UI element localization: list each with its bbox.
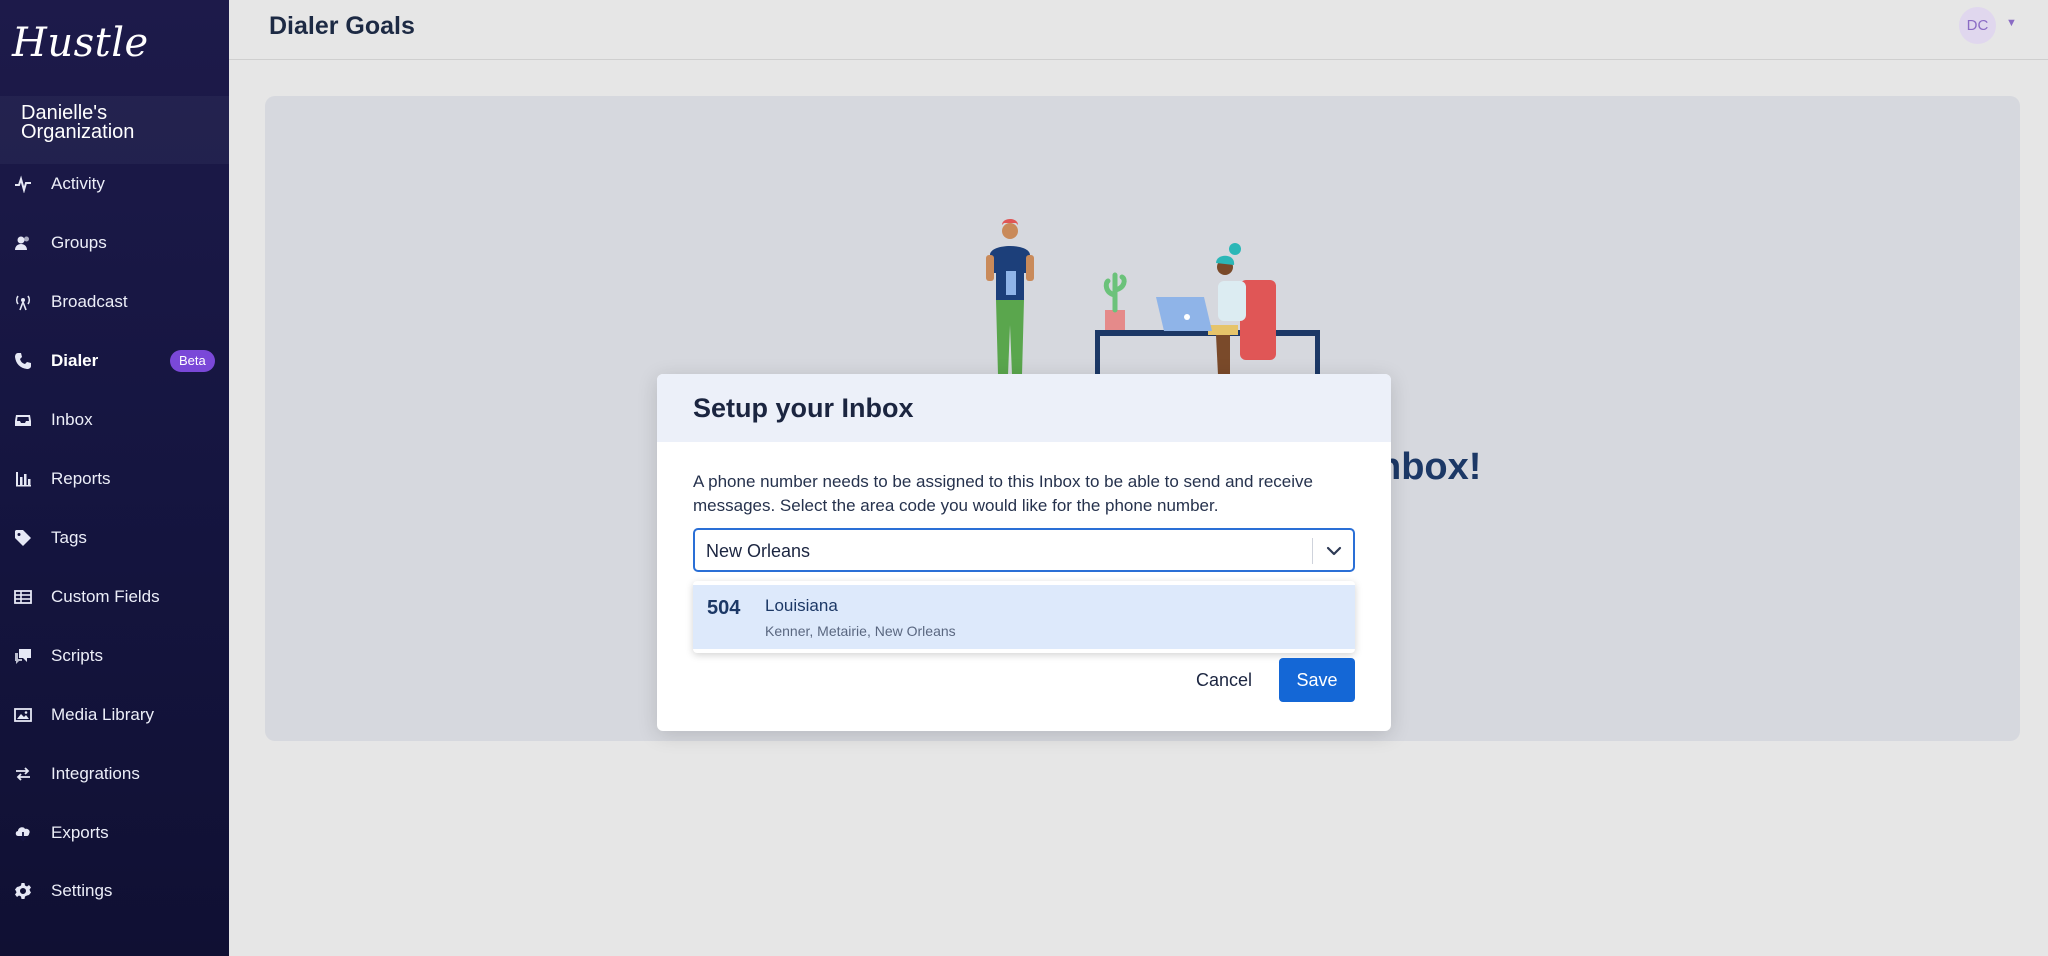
empty-state-heading: nbox! bbox=[1378, 446, 1482, 488]
beta-badge: Beta bbox=[170, 350, 215, 372]
sidebar-item-label: Scripts bbox=[51, 646, 103, 665]
sidebar-item-integrations[interactable]: Integrations bbox=[0, 754, 229, 794]
cancel-button[interactable]: Cancel bbox=[1189, 658, 1259, 702]
sidebar-item-label: Activity bbox=[51, 174, 105, 193]
sidebar-item-label: Dialer bbox=[51, 351, 99, 370]
broadcast-icon bbox=[14, 293, 32, 311]
area-code-dropdown: 504 Louisiana Kenner, Metairie, New Orle… bbox=[693, 581, 1355, 653]
caret-down-icon[interactable]: ▼ bbox=[2006, 17, 2017, 29]
cloud-download-icon bbox=[14, 824, 32, 842]
sidebar-item-label: Media Library bbox=[51, 705, 154, 724]
sidebar-item-media-library[interactable]: Media Library bbox=[0, 695, 229, 735]
chevron-down-icon[interactable] bbox=[1325, 542, 1343, 560]
image-icon bbox=[14, 706, 32, 724]
modal-title: Setup your Inbox bbox=[693, 393, 914, 423]
sidebar-item-label: Reports bbox=[51, 469, 111, 488]
sidebar-item-scripts[interactable]: Scripts bbox=[0, 636, 229, 676]
sidebar-item-groups[interactable]: Groups bbox=[0, 223, 229, 263]
inbox-icon bbox=[14, 411, 32, 429]
sidebar-item-label: Tags bbox=[51, 528, 87, 547]
tag-icon bbox=[14, 529, 32, 547]
sidebar-item-label: Broadcast bbox=[51, 292, 128, 311]
gear-icon bbox=[14, 882, 32, 900]
sidebar-item-settings[interactable]: Settings bbox=[0, 871, 229, 911]
app-logo[interactable]: Hustle bbox=[12, 20, 149, 66]
sidebar-item-label: Custom Fields bbox=[51, 587, 160, 606]
sidebar-item-label: Settings bbox=[51, 881, 113, 900]
sidebar-item-label: Inbox bbox=[51, 410, 93, 429]
option-area-code: 504 bbox=[707, 597, 741, 619]
area-code-select-value[interactable]: New Orleans bbox=[706, 541, 810, 562]
sidebar-item-custom-fields[interactable]: Custom Fields bbox=[0, 577, 229, 617]
area-code-option[interactable]: 504 Louisiana Kenner, Metairie, New Orle… bbox=[693, 585, 1355, 649]
custom-fields-icon bbox=[14, 588, 32, 606]
sidebar-item-reports[interactable]: Reports bbox=[0, 459, 229, 499]
avatar[interactable]: DC bbox=[1959, 7, 1996, 44]
area-code-select[interactable]: New Orleans bbox=[693, 528, 1355, 572]
groups-icon bbox=[14, 234, 32, 252]
option-cities: Kenner, Metairie, New Orleans bbox=[765, 623, 956, 639]
sidebar-item-label: Exports bbox=[51, 823, 109, 842]
sidebar-item-exports[interactable]: Exports bbox=[0, 813, 229, 853]
sidebar-item-dialer[interactable]: Dialer Beta bbox=[0, 341, 229, 381]
sidebar-item-label: Groups bbox=[51, 233, 107, 252]
sidebar: Hustle Danielle's Organization Activity … bbox=[0, 0, 229, 956]
top-header: Dialer Goals DC ▼ bbox=[229, 0, 2048, 60]
page-title: Dialer Goals bbox=[269, 12, 415, 40]
sidebar-item-inbox[interactable]: Inbox bbox=[0, 400, 229, 440]
sidebar-item-label: Integrations bbox=[51, 764, 140, 783]
activity-icon bbox=[14, 175, 32, 193]
modal-description: A phone number needs to be assigned to t… bbox=[693, 472, 1313, 515]
people-working-illustration bbox=[986, 219, 1320, 375]
modal-header: Setup your Inbox bbox=[657, 374, 1391, 442]
sidebar-item-tags[interactable]: Tags bbox=[0, 518, 229, 558]
phone-icon bbox=[14, 352, 32, 370]
select-separator bbox=[1312, 538, 1313, 564]
integrations-icon bbox=[14, 765, 32, 783]
sidebar-item-activity[interactable]: Activity bbox=[0, 164, 229, 204]
setup-inbox-modal: Setup your Inbox A phone number needs to… bbox=[657, 374, 1391, 731]
sidebar-item-broadcast[interactable]: Broadcast bbox=[0, 282, 229, 322]
option-state: Louisiana bbox=[765, 596, 838, 615]
scripts-icon bbox=[14, 647, 32, 665]
org-name[interactable]: Danielle's Organization bbox=[21, 103, 211, 142]
reports-icon bbox=[14, 470, 32, 488]
save-button[interactable]: Save bbox=[1279, 658, 1355, 702]
